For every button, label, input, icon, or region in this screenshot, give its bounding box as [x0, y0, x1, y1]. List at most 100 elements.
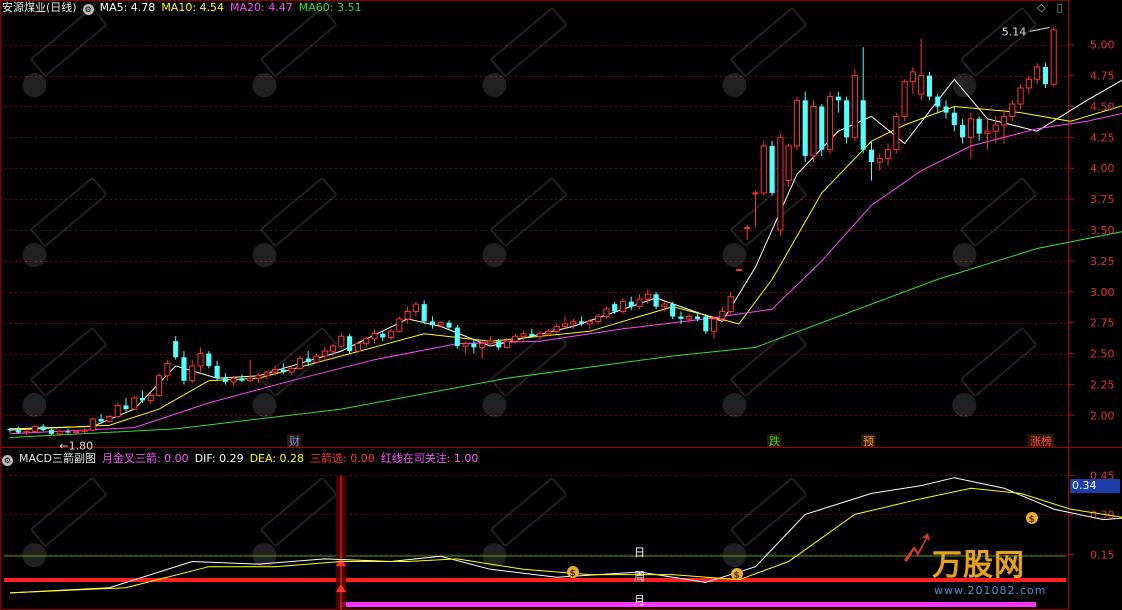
watermark-box — [730, 477, 807, 547]
watermark-icon — [722, 543, 747, 568]
price-axis: 5.00 4.75 4.50 4.25 4.00 3.75 3.50 3.25 3.00 2.75… — [1068, 39, 1115, 422]
axis-tick-label: 3.50 — [1090, 224, 1115, 237]
candle-body — [960, 125, 966, 138]
candle-body — [793, 99, 800, 147]
candle-body — [876, 157, 883, 163]
watermark — [952, 177, 1037, 268]
candle-body — [56, 430, 63, 435]
watermark — [722, 477, 807, 568]
candle-body — [347, 336, 353, 352]
candle-body — [735, 269, 743, 272]
candle-body — [918, 75, 925, 95]
watermark-box — [30, 477, 107, 547]
sub-item-3: 三箭选: 0.00 — [310, 452, 375, 465]
candle-body — [586, 320, 593, 325]
candle-body — [305, 358, 311, 363]
candle-body — [545, 330, 552, 335]
candle-body — [884, 149, 892, 159]
watermark-box — [30, 7, 107, 77]
axis-tick-label: 4.00 — [1090, 162, 1115, 175]
watermark-box — [490, 7, 567, 77]
candle-body — [678, 316, 684, 319]
candle-body — [1017, 87, 1024, 105]
candle-body — [89, 418, 96, 431]
watermark-icon — [22, 543, 47, 568]
ma-item-2: MA20: 4.47 — [230, 1, 293, 14]
candle-body — [686, 315, 693, 320]
candle-body — [354, 343, 361, 352]
candle-body — [496, 341, 502, 348]
axis-tick-label: 4.75 — [1090, 70, 1115, 83]
diamond-icon[interactable]: ◇ — [1036, 2, 1047, 13]
candle-body — [1025, 78, 1032, 89]
candle-body — [777, 136, 784, 231]
axis-tick-label: 5.00 — [1090, 39, 1115, 52]
axis-tick-label: 2.50 — [1090, 348, 1115, 361]
gear-icon[interactable]: ⚙ — [2, 455, 13, 466]
candle-body — [338, 335, 345, 347]
candle-body — [387, 330, 395, 338]
candle-body — [951, 112, 957, 125]
watermark-box — [960, 7, 1037, 77]
axis-tick-label: 2.25 — [1090, 378, 1115, 391]
watermark-icon — [482, 393, 507, 418]
candle-body — [769, 146, 775, 193]
candle-body — [230, 377, 237, 383]
watermark-box — [490, 327, 567, 397]
candle-body — [147, 395, 154, 401]
candle-body — [98, 419, 104, 422]
candle-body — [288, 367, 295, 373]
logo-arrow-icon — [904, 533, 930, 562]
watermark — [252, 327, 337, 418]
watermark — [252, 177, 337, 268]
candle-body — [503, 340, 511, 348]
period-marker-2: 月 — [634, 594, 645, 607]
watermark — [952, 327, 1037, 418]
candle-body — [893, 115, 900, 151]
axis-tick-label: 4.25 — [1090, 131, 1115, 144]
main-header: 安源煤业(日线) ⚙ MA5: 4.78 MA10: 4.54 MA20: 4.47 MA… — [2, 0, 373, 16]
gear-icon[interactable]: ⚙ — [82, 4, 94, 15]
candle-body — [412, 303, 419, 313]
candle-body — [396, 318, 403, 332]
candle-body — [711, 318, 718, 332]
candle-body — [48, 430, 54, 434]
window-icon[interactable]: ▯ — [1054, 2, 1065, 13]
candle-body — [1000, 115, 1008, 126]
money-bag-icon: $ — [567, 566, 579, 579]
candle-body — [935, 96, 941, 107]
stock-chart[interactable]: 5.00 4.75 4.50 4.25 4.00 3.75 3.50 3.25 3.00 2.75… — [0, 0, 1122, 610]
candle-body — [810, 105, 817, 157]
period-marker-1: 周 — [634, 570, 645, 583]
candle-body — [760, 145, 767, 194]
candle-body — [73, 430, 80, 434]
candle-body — [206, 353, 212, 366]
candle-body — [239, 378, 245, 381]
candle-body — [404, 311, 411, 320]
candle-body — [520, 333, 527, 337]
watermark — [22, 327, 107, 418]
candle-body — [7, 428, 13, 431]
watermark — [22, 7, 107, 98]
watermark-icon — [722, 73, 747, 98]
candle-body — [868, 149, 875, 163]
watermark-box — [960, 327, 1037, 397]
candle-body — [1050, 29, 1057, 85]
money-bag-symbol: $ — [570, 569, 576, 579]
candle-body — [992, 124, 999, 132]
watermark-icon — [952, 393, 977, 418]
candle-body — [139, 398, 146, 401]
candle-body — [487, 340, 494, 345]
candle-body — [272, 369, 279, 373]
candle-body — [479, 343, 486, 348]
candle-body — [661, 303, 668, 308]
candle-body — [114, 404, 121, 418]
candle-body — [123, 405, 129, 410]
money-bag-symbol: $ — [1029, 515, 1035, 525]
ma-line-ma20 — [9, 112, 1122, 435]
watermark-icon — [482, 243, 507, 268]
ma-line-ma10 — [9, 105, 1122, 431]
candle-body — [703, 316, 709, 332]
sub-item-0: 月金叉三箭: 0.00 — [101, 452, 189, 465]
candle-body — [512, 335, 519, 342]
